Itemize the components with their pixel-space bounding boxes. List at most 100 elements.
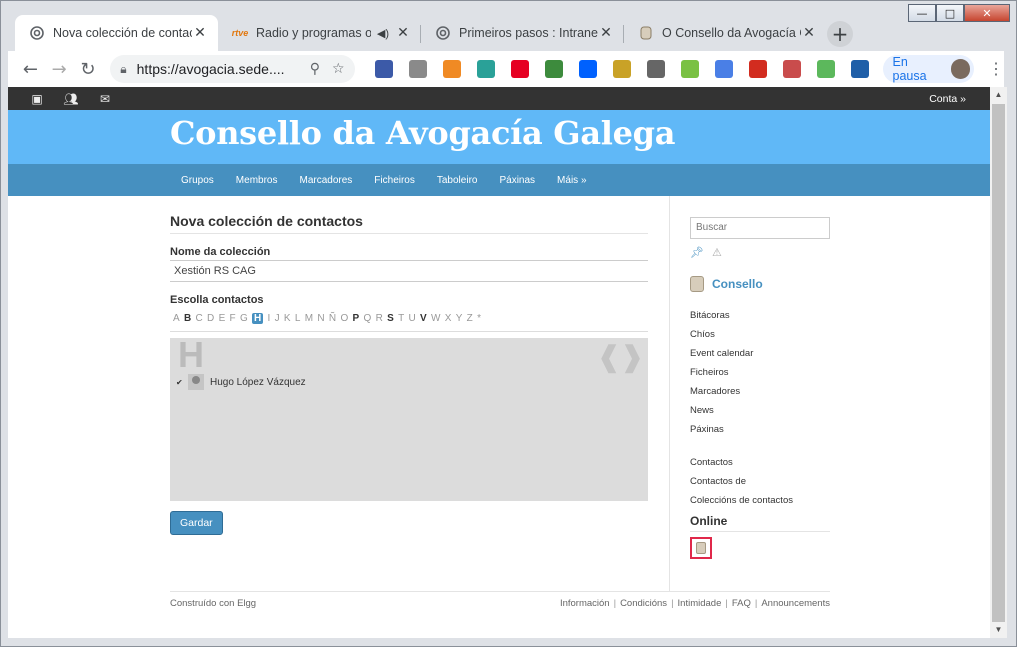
profile-button[interactable]: En pausa xyxy=(882,55,974,83)
contact-checkbox[interactable]: ✔ xyxy=(176,378,185,387)
letter-k[interactable]: K xyxy=(284,313,291,324)
nav-item-6[interactable]: Máis » xyxy=(546,175,597,186)
translate-ext-icon[interactable] xyxy=(714,60,733,78)
nav-item-1[interactable]: Membros xyxy=(225,175,289,186)
sidebar-item[interactable]: Ficheiros xyxy=(690,363,830,382)
sidebar-item[interactable]: Páxinas xyxy=(690,420,830,439)
save-button[interactable]: Gardar xyxy=(170,511,223,535)
letter-m[interactable]: M xyxy=(305,313,313,324)
dropbox-ext-icon[interactable] xyxy=(578,60,597,78)
sidebar-item[interactable]: Chíos xyxy=(690,325,830,344)
flash-ext-icon[interactable] xyxy=(748,60,767,78)
letter-y[interactable]: Y xyxy=(456,313,463,324)
more-menu-icon[interactable]: ⋮ xyxy=(988,59,1004,79)
letter-r[interactable]: R xyxy=(376,313,383,324)
sidebar-item[interactable]: News xyxy=(690,401,830,420)
nav-item-3[interactable]: Ficheiros xyxy=(363,175,426,186)
letter-j[interactable]: J xyxy=(275,313,280,324)
footer-link[interactable]: Intimidade xyxy=(678,598,722,609)
contact-entry[interactable]: ✔ Hugo López Vázquez xyxy=(176,374,306,390)
letter-q[interactable]: Q xyxy=(364,313,372,324)
letter-v[interactable]: V xyxy=(420,313,427,324)
zoom-icon[interactable]: ⚲ xyxy=(310,61,320,77)
close-icon[interactable]: ✕ xyxy=(395,25,411,41)
crystal-ext-icon[interactable] xyxy=(476,60,495,78)
star-icon[interactable]: ☆ xyxy=(332,61,345,77)
tab-radio-programas[interactable]: rtve Radio y programas o ◀) ✕ xyxy=(218,15,421,51)
footer-link[interactable]: Condicións xyxy=(620,598,667,609)
letter-e[interactable]: E xyxy=(219,313,226,324)
android-ext-icon[interactable] xyxy=(816,60,835,78)
letter-f[interactable]: F xyxy=(230,313,236,324)
sidebar-item[interactable]: Contactos de xyxy=(690,472,830,491)
letter-p[interactable]: P xyxy=(353,313,360,324)
footer-link[interactable]: Announcements xyxy=(761,598,830,609)
scrollbar[interactable]: ▲ ▼ xyxy=(990,87,1007,638)
bubble-ext-icon[interactable] xyxy=(408,60,427,78)
friends-icon[interactable]: 👥︎ xyxy=(63,92,78,106)
footer-link[interactable]: Información xyxy=(560,598,610,609)
movistar-ext-icon[interactable] xyxy=(850,60,869,78)
powered-by-link[interactable]: Construído con Elgg xyxy=(170,598,256,609)
letter-i[interactable]: I xyxy=(268,313,271,324)
maximize-button[interactable]: □ xyxy=(936,4,964,22)
tab-primeiros-pasos[interactable]: Primeiros pasos : Intranet ✕ xyxy=(421,15,624,51)
sidebar-item[interactable]: Bitácoras xyxy=(690,306,830,325)
online-user-avatar[interactable] xyxy=(690,537,712,559)
nav-item-0[interactable]: Grupos xyxy=(170,175,225,186)
sidebar-item[interactable]: Contactos xyxy=(690,453,830,472)
reload-icon[interactable]: ↻ xyxy=(74,59,103,80)
letter-a[interactable]: A xyxy=(173,313,180,324)
search-input[interactable]: Buscar xyxy=(690,217,830,239)
tab-nova-coleccion[interactable]: Nova colección de contac ✕ xyxy=(15,15,218,51)
sidebar-item[interactable]: Marcadores xyxy=(690,382,830,401)
letter-d[interactable]: D xyxy=(207,313,214,324)
collection-name-input[interactable]: Xestión RS CAG xyxy=(170,260,648,282)
letter-g[interactable]: G xyxy=(240,313,248,324)
scroll-down-icon[interactable]: ▼ xyxy=(990,622,1007,638)
camera-ext-icon[interactable] xyxy=(646,60,665,78)
letter-l[interactable]: L xyxy=(295,313,301,324)
letter-b[interactable]: B xyxy=(184,313,191,324)
group-link[interactable]: Consello xyxy=(690,276,830,292)
sidebar-item[interactable]: Coleccións de contactos xyxy=(690,491,830,510)
close-window-button[interactable]: ✕ xyxy=(964,4,1010,22)
letter-t[interactable]: T xyxy=(398,313,404,324)
warning-icon[interactable]: ⚠ xyxy=(712,246,722,259)
mail-icon[interactable]: ✉ xyxy=(98,92,112,106)
back-arrow-icon[interactable]: ← xyxy=(16,59,45,80)
letter-s[interactable]: S xyxy=(387,313,394,324)
nav-item-2[interactable]: Marcadores xyxy=(288,175,363,186)
letter-u[interactable]: U xyxy=(408,313,415,324)
card-ext-icon[interactable] xyxy=(782,60,801,78)
scroll-up-icon[interactable]: ▲ xyxy=(990,87,1007,103)
scroll-thumb[interactable] xyxy=(992,104,1005,622)
letter-o[interactable]: O xyxy=(340,313,348,324)
letter-all[interactable]: * xyxy=(477,313,481,324)
tab-consello-avogacia[interactable]: O Consello da Avogacía G ✕ xyxy=(624,15,827,51)
download-ext-icon[interactable] xyxy=(374,60,393,78)
letter-ñ[interactable]: Ñ xyxy=(329,313,336,324)
scroll-arrows-icon[interactable]: ❰❱ xyxy=(597,340,644,373)
footer-link[interactable]: FAQ xyxy=(732,598,751,609)
account-link[interactable]: Conta » xyxy=(929,93,966,105)
minimize-button[interactable]: — xyxy=(908,4,936,22)
sidebar-item[interactable]: Event calendar xyxy=(690,344,830,363)
new-tab-button[interactable]: + xyxy=(827,21,853,47)
speaker-icon[interactable]: ◀) xyxy=(377,27,389,40)
address-bar[interactable]: 🔒︎ https://avogacia.sede.... ⚲ ☆ xyxy=(110,55,355,83)
letter-z[interactable]: Z xyxy=(467,313,473,324)
check-ext-icon[interactable] xyxy=(680,60,699,78)
close-icon[interactable]: ✕ xyxy=(801,25,817,41)
nav-item-5[interactable]: Páxinas xyxy=(488,175,546,186)
osi-ext-icon[interactable] xyxy=(442,60,461,78)
site-title[interactable]: Consello da Avogacía Galega xyxy=(170,114,675,152)
letter-n[interactable]: N xyxy=(317,313,324,324)
letter-h[interactable]: H xyxy=(252,313,264,324)
site-logo-icon[interactable]: ▣ xyxy=(30,92,44,106)
letter-w[interactable]: W xyxy=(431,313,440,324)
forward-arrow-icon[interactable]: → xyxy=(45,59,74,80)
letter-x[interactable]: X xyxy=(445,313,452,324)
nav-item-4[interactable]: Taboleiro xyxy=(426,175,489,186)
pin-icon[interactable]: 📌︎ xyxy=(690,246,704,259)
